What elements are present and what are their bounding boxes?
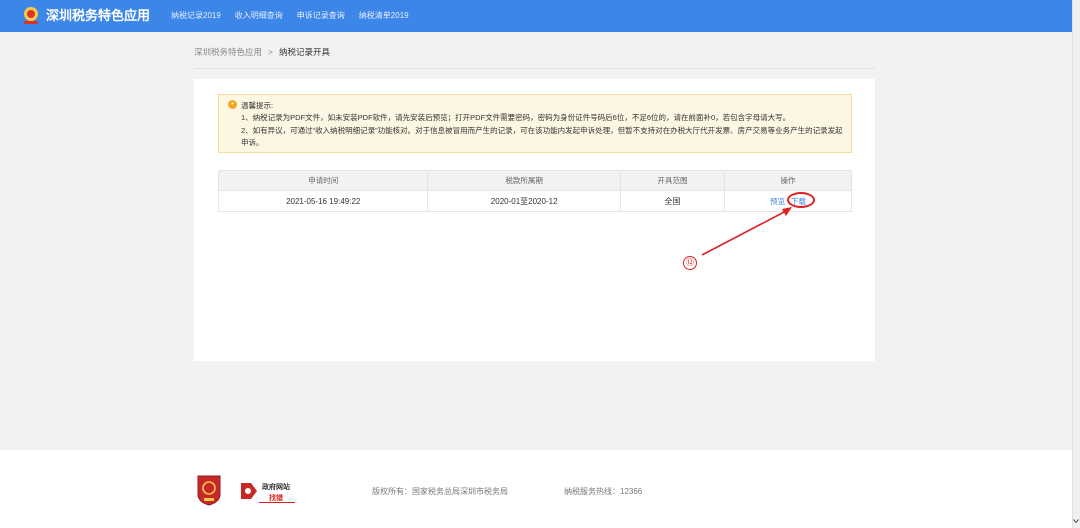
breadcrumb-separator: >: [268, 47, 273, 57]
nav-item-income-detail[interactable]: 收入明细查询: [235, 11, 283, 21]
nav-item-tax-record-2019[interactable]: 纳税记录2019: [171, 11, 221, 21]
vertical-scrollbar[interactable]: [1072, 0, 1080, 528]
gov-site-underline: [259, 502, 295, 503]
info-icon: •: [228, 100, 237, 109]
step-marker: ⑫: [683, 256, 697, 270]
breadcrumb-current: 纳税记录开具: [278, 47, 330, 57]
column-header-tax-period: 税款所属期: [427, 170, 621, 191]
column-header-actions: 操作: [724, 170, 852, 191]
table-header-row: 申请时间 税款所属期 开具范围 操作: [217, 170, 852, 191]
column-header-scope: 开具范围: [619, 170, 726, 191]
gov-site-label[interactable]: 政府网站: [262, 482, 290, 492]
notice-box: • 温馨提示: 1、纳税记录为PDF文件，如未安装PDF软件，请先安装后预览；打…: [218, 94, 852, 153]
hotline-text: 纳税服务热线：12366: [564, 487, 643, 496]
notice-line-1: 1、纳税记录为PDF文件，如未安装PDF软件，请先安装后预览；打开PDF文件需要…: [241, 113, 791, 122]
top-nav: 纳税记录2019 收入明细查询 申诉记录查询 纳税清单2019: [171, 11, 409, 21]
cell-tax-period: 2020-01至2020-12: [427, 190, 621, 212]
nav-item-appeal-record[interactable]: 申诉记录查询: [297, 11, 345, 21]
chevron-down-icon[interactable]: [1073, 518, 1079, 524]
annotation-arrow-icon: [701, 207, 792, 256]
copyright-text: 版权所有：国家税务总局深圳市税务局: [372, 487, 508, 496]
cell-apply-time: 2021-05-16 19:49:22: [217, 190, 429, 212]
app-title[interactable]: 深圳税务特色应用: [46, 8, 150, 24]
party-emblem-icon: [197, 475, 221, 506]
notice-line-2: 2、如有异议，可通过“收入纳税明细记录”功能核对。对于信息被冒用而产生的记录，可…: [241, 126, 843, 147]
breadcrumb-divider: [194, 68, 875, 69]
nav-item-tax-list-2019[interactable]: 纳税清单2019: [359, 11, 409, 21]
gov-site-search-icon[interactable]: [239, 480, 259, 502]
footer: [0, 450, 1072, 528]
breadcrumb: 深圳税务特色应用 > 纳税记录开具: [194, 46, 330, 58]
column-header-apply-time: 申请时间: [217, 170, 429, 191]
breadcrumb-parent[interactable]: 深圳税务特色应用: [194, 47, 262, 57]
tax-emblem-icon: [24, 7, 38, 24]
top-header: 深圳税务特色应用 纳税记录2019 收入明细查询 申诉记录查询 纳税清单2019: [0, 0, 1072, 32]
notice-title: 温馨提示:: [241, 101, 274, 110]
